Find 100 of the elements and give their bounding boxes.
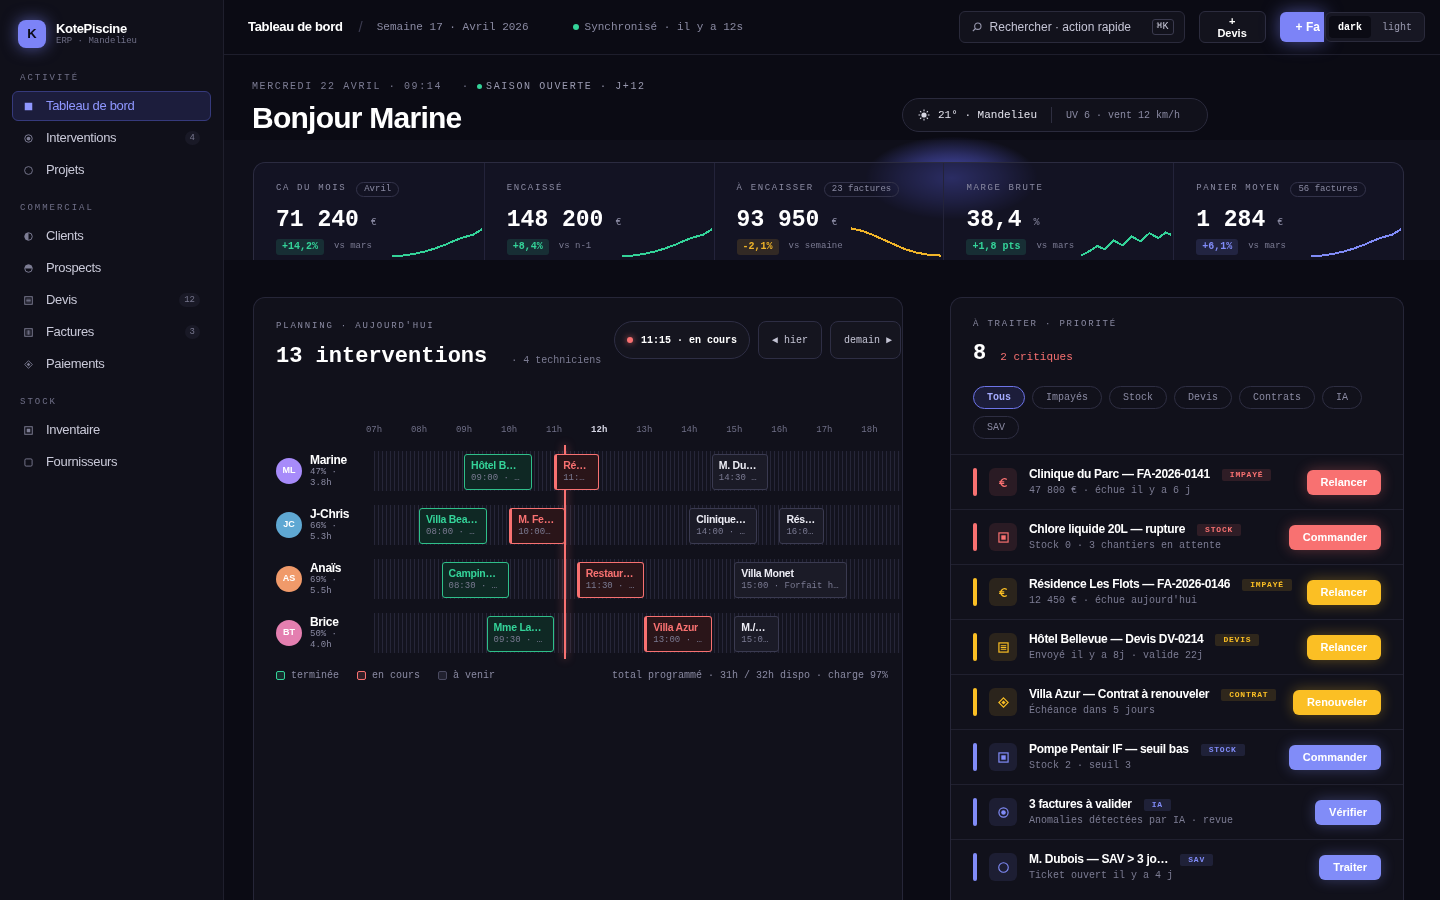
job-block[interactable]: Villa Azur 13:00 · … — [644, 616, 712, 652]
delta-badge: +8,4% — [506, 239, 549, 255]
technician-avatar: ML — [276, 458, 302, 484]
job-block[interactable]: Villa Bea… 08:00 · … — [419, 508, 487, 544]
legend-swatch-icon — [276, 671, 285, 680]
task-detail: Anomalies détectées par IA · revue — [1029, 815, 1234, 827]
search-icon — [971, 22, 982, 32]
category-tag: IMPAYÉ — [1242, 578, 1292, 591]
legend-label: à venir — [453, 669, 496, 683]
count-badge: 3 — [184, 325, 200, 339]
nav-item[interactable]: Interventions 4 — [12, 123, 211, 153]
diamond-icon — [24, 359, 33, 369]
job-detail: 08:00 · … — [426, 526, 476, 538]
category-tag: IA — [1143, 798, 1171, 811]
planning-subtitle: · 4 techniciens — [511, 354, 602, 368]
task-title: Pompe Pentair IF — seuil bas — [1029, 742, 1189, 757]
nav-item[interactable]: Devis 12 — [12, 285, 211, 315]
greeting-heading: Bonjour Marine — [252, 101, 463, 135]
category-tag: SAV — [1180, 853, 1214, 866]
kpi-label: À ENCAISSER — [736, 182, 814, 196]
technician-name: Brice — [310, 615, 340, 629]
euro-icon — [989, 578, 1017, 606]
job-block[interactable]: Campin… 08:30 · … — [441, 562, 510, 598]
technician-stats: 66% · 5.3h — [310, 520, 338, 543]
nav-item[interactable]: Inventaire — [12, 415, 211, 445]
kpi-value: 1 284 — [1196, 207, 1266, 233]
job-detail: 10:00… — [518, 526, 552, 538]
nav-item[interactable]: Projets — [12, 155, 211, 185]
nav-item[interactable]: Tableau de bord — [12, 91, 211, 121]
job-block[interactable]: M. Du… 14:30 … — [711, 454, 769, 490]
job-title: Villa Monet — [741, 567, 795, 580]
job-detail: 13:00 · … — [653, 634, 703, 646]
job-title: M. Fe… — [518, 513, 555, 526]
job-detail: 15:00 · Forfait h… — [741, 580, 840, 592]
kpi-label: CA DU MOIS — [276, 182, 347, 196]
count-badge: 12 — [179, 293, 200, 307]
ring-icon — [989, 853, 1017, 881]
square-icon — [24, 101, 33, 111]
task-title: Résidence Les Flots — FA-2026-0146 — [1029, 577, 1231, 592]
task-detail: Stock 0 · 3 chantiers en attente — [1029, 540, 1223, 552]
comparison-label: vs mars — [1248, 240, 1286, 254]
job-title: Rés… — [786, 513, 817, 526]
framed-square-icon — [989, 743, 1017, 771]
task-detail: 47 800 € · échue il y a 6 j — [1029, 485, 1193, 497]
job-block[interactable]: Hôtel B… 09:00 · … — [464, 454, 532, 490]
section-label: ACTIVITÉ — [19, 72, 81, 84]
task-detail: Stock 2 · seuil 3 — [1029, 760, 1133, 772]
hour-label: 16h — [770, 424, 789, 436]
nav-item[interactable]: Prospects — [12, 253, 211, 283]
delta-badge: +14,2% — [276, 239, 324, 255]
kpi-label: PANIER MOYEN — [1196, 182, 1281, 196]
hour-label: 18h — [860, 424, 879, 436]
breadcrumb-separator: / — [358, 16, 363, 37]
search-input[interactable]: Rechercher · action rapide — [989, 17, 1144, 37]
nav-item[interactable]: Paiements — [12, 349, 211, 379]
weather-summary: 21° · Mandelieu — [938, 107, 1038, 123]
next-day-button[interactable]: demain ► — [830, 321, 901, 359]
kpi-label: ENCAISSÉ — [506, 182, 563, 196]
nav-item[interactable]: Factures 3 — [12, 317, 211, 347]
app-name: KotePiscine — [56, 21, 128, 36]
technician-stats: 47% · 3.8h — [310, 466, 338, 489]
search-field[interactable]: Rechercher · action rapide ⌘K — [958, 11, 1185, 43]
job-block[interactable]: Clinique… 14:00 · … — [689, 508, 757, 544]
task-title: Hôtel Bellevue — Devis DV-0214 — [1029, 632, 1204, 647]
job-block[interactable]: Ré… 11:… — [554, 454, 600, 490]
previous-day-button[interactable]: ◄ hier — [757, 321, 822, 359]
technician-name: Marine — [310, 453, 347, 467]
job-block[interactable]: Rés… 16:0… — [779, 508, 825, 544]
kpi-unit: € — [831, 216, 838, 230]
job-detail: 09:00 · … — [471, 472, 521, 484]
lined-square-icon — [989, 633, 1017, 661]
task-title: 3 factures à valider — [1029, 797, 1132, 812]
comparison-label: vs mars — [334, 240, 372, 254]
job-block[interactable]: M./… 15:0… — [734, 616, 780, 652]
planning-count: 13 interventions — [276, 344, 488, 370]
nav-item[interactable]: Fournisseurs — [12, 447, 211, 477]
kpi-unit: € — [615, 216, 622, 230]
theme-option[interactable]: light — [1373, 16, 1421, 38]
technician-stats: 50% · 4.0h — [310, 628, 338, 651]
new-quote-button[interactable]: + Devis — [1198, 11, 1266, 43]
filter-chip[interactable]: Tous — [973, 386, 1025, 409]
comparison-label: vs n-1 — [558, 240, 592, 254]
job-detail: 09:30 · … — [493, 634, 544, 646]
ring-icon — [24, 165, 33, 175]
category-tag: CONTRAT — [1221, 688, 1277, 701]
technician-avatar: JC — [276, 512, 302, 538]
job-block[interactable]: Villa Monet 15:00 · Forfait h… — [734, 562, 847, 598]
nav-item[interactable]: Clients — [12, 221, 211, 251]
kpi-value: 93 950 — [736, 207, 820, 233]
job-detail: 14:00 · … — [696, 526, 746, 538]
job-detail: 16:0… — [786, 526, 815, 538]
job-block[interactable]: Restaur… 11:30 · … — [576, 562, 645, 598]
job-title: Ré… — [563, 459, 588, 472]
theme-option[interactable]: dark — [1328, 16, 1371, 38]
task-title: Chlore liquide 20L — rupture — [1029, 522, 1186, 537]
kpi-unit: % — [1033, 216, 1040, 230]
hour-label: 08h — [409, 424, 429, 436]
job-block[interactable]: M. Fe… 10:00… — [509, 508, 566, 544]
job-block[interactable]: Mme La… 09:30 · … — [486, 616, 555, 652]
week-label: Semaine 17 · Avril 2026 — [376, 19, 529, 35]
